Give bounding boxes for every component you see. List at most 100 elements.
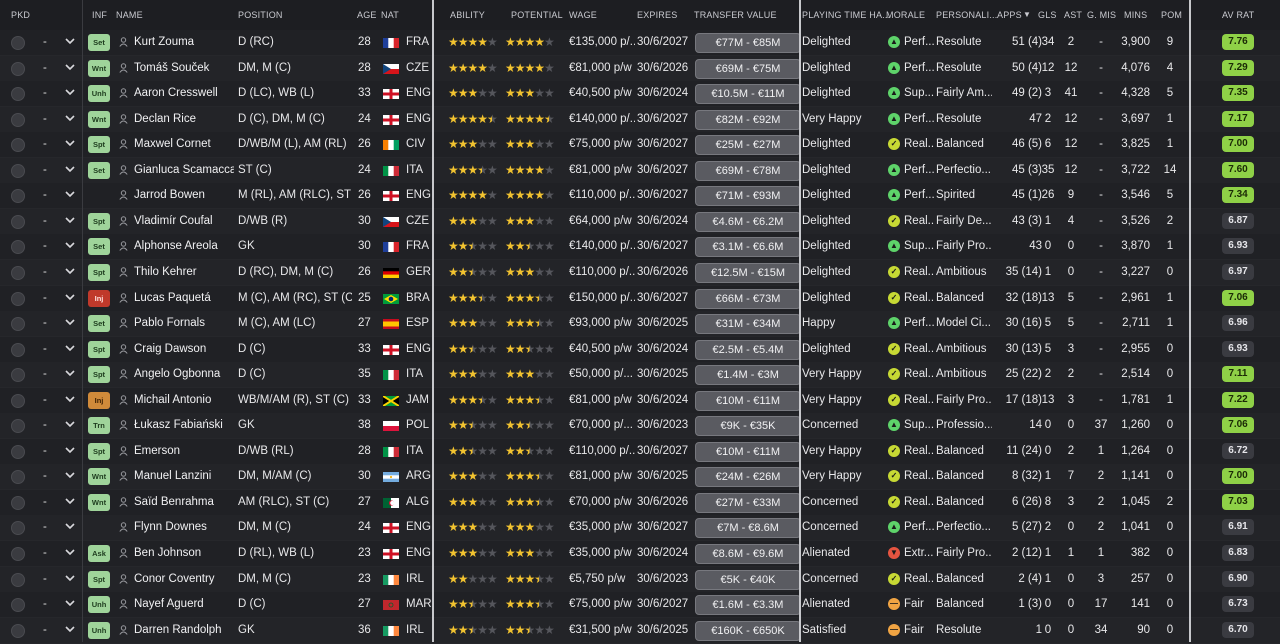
- chevron-down-icon[interactable]: [65, 445, 75, 455]
- pick-checkbox[interactable]: [11, 112, 25, 127]
- pick-checkbox[interactable]: [11, 470, 25, 485]
- chevron-down-icon[interactable]: [65, 624, 75, 634]
- col-playing-time[interactable]: PLAYING TIME HA...: [802, 10, 890, 20]
- col-age[interactable]: AGE: [357, 10, 377, 20]
- player-name[interactable]: Angelo Ogbonna: [134, 362, 234, 387]
- info-badge[interactable]: Spt: [88, 136, 110, 154]
- player-name[interactable]: Aaron Cresswell: [134, 81, 234, 106]
- col-expires[interactable]: EXPIRES: [637, 10, 677, 20]
- pick-checkbox[interactable]: [11, 36, 25, 50]
- info-badge[interactable]: Inj: [88, 289, 110, 307]
- table-row[interactable]: - Spt Maxwel Cornet D/WB/M (L), AM (RL) 26 CI…: [0, 132, 1280, 159]
- pick-checkbox[interactable]: [11, 240, 25, 255]
- info-badge[interactable]: Wnt: [88, 468, 110, 486]
- player-name[interactable]: Saïd Benrahma: [134, 490, 234, 515]
- table-row[interactable]: - Spt Angelo Ogbonna D (C) 35 ITA ★★★★★ ★★★★★ €5…: [0, 362, 1280, 389]
- pick-checkbox[interactable]: [11, 598, 25, 613]
- transfer-value-badge[interactable]: €160K - €650K: [695, 620, 801, 641]
- transfer-value-badge[interactable]: €4.6M - €6.2M: [695, 211, 801, 232]
- table-row[interactable]: - Flynn Downes DM, M (C) 24 ENG ★★★★★ ★★★★★ €35…: [0, 515, 1280, 542]
- table-row[interactable]: - Set Gianluca Scamacca ST (C) 24 ITA ★★★★★ ★★★…: [0, 157, 1280, 184]
- transfer-value-badge[interactable]: €3.1M - €6.6M: [695, 237, 801, 258]
- player-name[interactable]: Emerson: [134, 439, 234, 464]
- table-row[interactable]: - Wnt Manuel Lanzini DM, M/AM (C) 30 ARG ★★★★★…: [0, 464, 1280, 491]
- pick-checkbox[interactable]: [11, 368, 25, 383]
- table-row[interactable]: - Unh Nayef Aguerd D (C) 27 MAR ★★★★★ ★★★★★ €75,…: [0, 592, 1280, 619]
- table-row[interactable]: - Unh Darren Randolph GK 36 IRL ★★★★★ ★★★★★ €31,…: [0, 617, 1280, 644]
- pick-checkbox[interactable]: [11, 623, 25, 638]
- pick-checkbox[interactable]: [11, 547, 25, 561]
- table-row[interactable]: - Wnt Saïd Benrahma AM (RLC), ST (C) 27 ALG ★★…: [0, 489, 1280, 516]
- chevron-down-icon[interactable]: [65, 368, 75, 378]
- table-row[interactable]: - Spt Conor Coventry DM, M (C) 23 IRL ★★★★★ ★★★…: [0, 566, 1280, 593]
- player-name[interactable]: Conor Coventry: [134, 567, 234, 592]
- col-potential[interactable]: POTENTIAL: [511, 10, 563, 20]
- transfer-value-badge[interactable]: €77M - €85M: [695, 33, 801, 53]
- player-name[interactable]: Pablo Fornals: [134, 311, 234, 336]
- pick-checkbox[interactable]: [11, 214, 25, 229]
- col-av-rat[interactable]: AV RAT: [1222, 10, 1254, 20]
- transfer-value-badge[interactable]: €10M - €11M: [695, 390, 801, 411]
- col-position[interactable]: POSITION: [238, 10, 283, 20]
- chevron-down-icon[interactable]: [65, 62, 75, 72]
- table-row[interactable]: - Unh Aaron Cresswell D (LC), WB (L) 33 ENG ★★…: [0, 81, 1280, 108]
- chevron-down-icon[interactable]: [65, 394, 75, 404]
- info-badge[interactable]: Wnt: [88, 493, 110, 511]
- player-name[interactable]: Łukasz Fabiański: [134, 413, 234, 438]
- pick-checkbox[interactable]: [11, 61, 25, 76]
- info-badge[interactable]: Unh: [88, 621, 110, 639]
- transfer-value-badge[interactable]: €7M - €8.6M: [695, 518, 801, 539]
- transfer-value-badge[interactable]: €69M - €78M: [695, 160, 801, 181]
- player-name[interactable]: Michail Antonio: [134, 388, 234, 413]
- chevron-down-icon[interactable]: [65, 113, 75, 123]
- player-name[interactable]: Lucas Paquetá: [134, 286, 234, 311]
- pick-checkbox[interactable]: [11, 521, 25, 536]
- pick-checkbox[interactable]: [11, 393, 25, 408]
- info-badge[interactable]: Spt: [88, 570, 110, 588]
- transfer-value-badge[interactable]: €66M - €73M: [695, 288, 801, 309]
- transfer-value-badge[interactable]: €12.5M - €15M: [695, 262, 801, 283]
- chevron-down-icon[interactable]: [65, 470, 75, 480]
- chevron-down-icon[interactable]: [65, 419, 75, 429]
- player-name[interactable]: Thilo Kehrer: [134, 260, 234, 285]
- pick-checkbox[interactable]: [11, 342, 25, 357]
- chevron-down-icon[interactable]: [65, 36, 75, 46]
- table-row[interactable]: - Wnt Declan Rice D (C), DM, M (C) 24 ENG ★★★★…: [0, 106, 1280, 133]
- transfer-value-badge[interactable]: €10M - €11M: [695, 441, 801, 462]
- transfer-value-badge[interactable]: €10.5M - €11M: [695, 84, 801, 105]
- chevron-down-icon[interactable]: [65, 189, 75, 199]
- chevron-down-icon[interactable]: [65, 240, 75, 250]
- transfer-value-badge[interactable]: €69M - €75M: [695, 58, 801, 79]
- col-mins[interactable]: MINS: [1124, 10, 1147, 20]
- table-row[interactable]: - Set Pablo Fornals M (C), AM (LC) 27 ESP ★★★★…: [0, 311, 1280, 338]
- chevron-down-icon[interactable]: [65, 292, 75, 302]
- table-row[interactable]: - Set Alphonse Areola GK 30 FRA ★★★★★ ★★★★★ €140…: [0, 234, 1280, 261]
- pick-checkbox[interactable]: [11, 265, 25, 280]
- player-name[interactable]: Tomáš Souček: [134, 56, 234, 81]
- player-name[interactable]: Manuel Lanzini: [134, 464, 234, 489]
- transfer-value-badge[interactable]: €31M - €34M: [695, 314, 801, 335]
- col-name[interactable]: NAME: [116, 10, 143, 20]
- transfer-value-badge[interactable]: €9K - €35K: [695, 416, 801, 437]
- player-name[interactable]: Alphonse Areola: [134, 234, 234, 259]
- info-badge[interactable]: Trn: [88, 417, 110, 435]
- info-badge[interactable]: Set: [88, 161, 110, 179]
- info-badge[interactable]: Spt: [88, 263, 110, 281]
- transfer-value-badge[interactable]: €8.6M - €9.6M: [695, 544, 801, 564]
- table-row[interactable]: - Trn Łukasz Fabiański GK 38 POL ★★★★★ ★★★★★ €70…: [0, 413, 1280, 440]
- col-apps[interactable]: APPS: [997, 10, 1022, 20]
- player-name[interactable]: Jarrod Bowen: [134, 183, 234, 208]
- info-badge[interactable]: Spt: [88, 340, 110, 358]
- table-row[interactable]: - Ask Ben Johnson D (RL), WB (L) 23 ENG ★★★★★ ★…: [0, 541, 1280, 567]
- chevron-down-icon[interactable]: [65, 164, 75, 174]
- transfer-value-badge[interactable]: €25M - €27M: [695, 135, 801, 156]
- info-badge[interactable]: Ask: [88, 545, 110, 562]
- chevron-down-icon[interactable]: [65, 598, 75, 608]
- chevron-down-icon[interactable]: [65, 573, 75, 583]
- player-name[interactable]: Vladimír Coufal: [134, 209, 234, 234]
- pick-checkbox[interactable]: [11, 138, 25, 153]
- col-morale[interactable]: MORALE: [886, 10, 925, 20]
- col-gmis[interactable]: G. MIS: [1087, 10, 1116, 20]
- table-row[interactable]: - Inj Michail Antonio WB/M/AM (R), ST (C) 33…: [0, 387, 1280, 414]
- info-badge[interactable]: Wnt: [88, 110, 110, 128]
